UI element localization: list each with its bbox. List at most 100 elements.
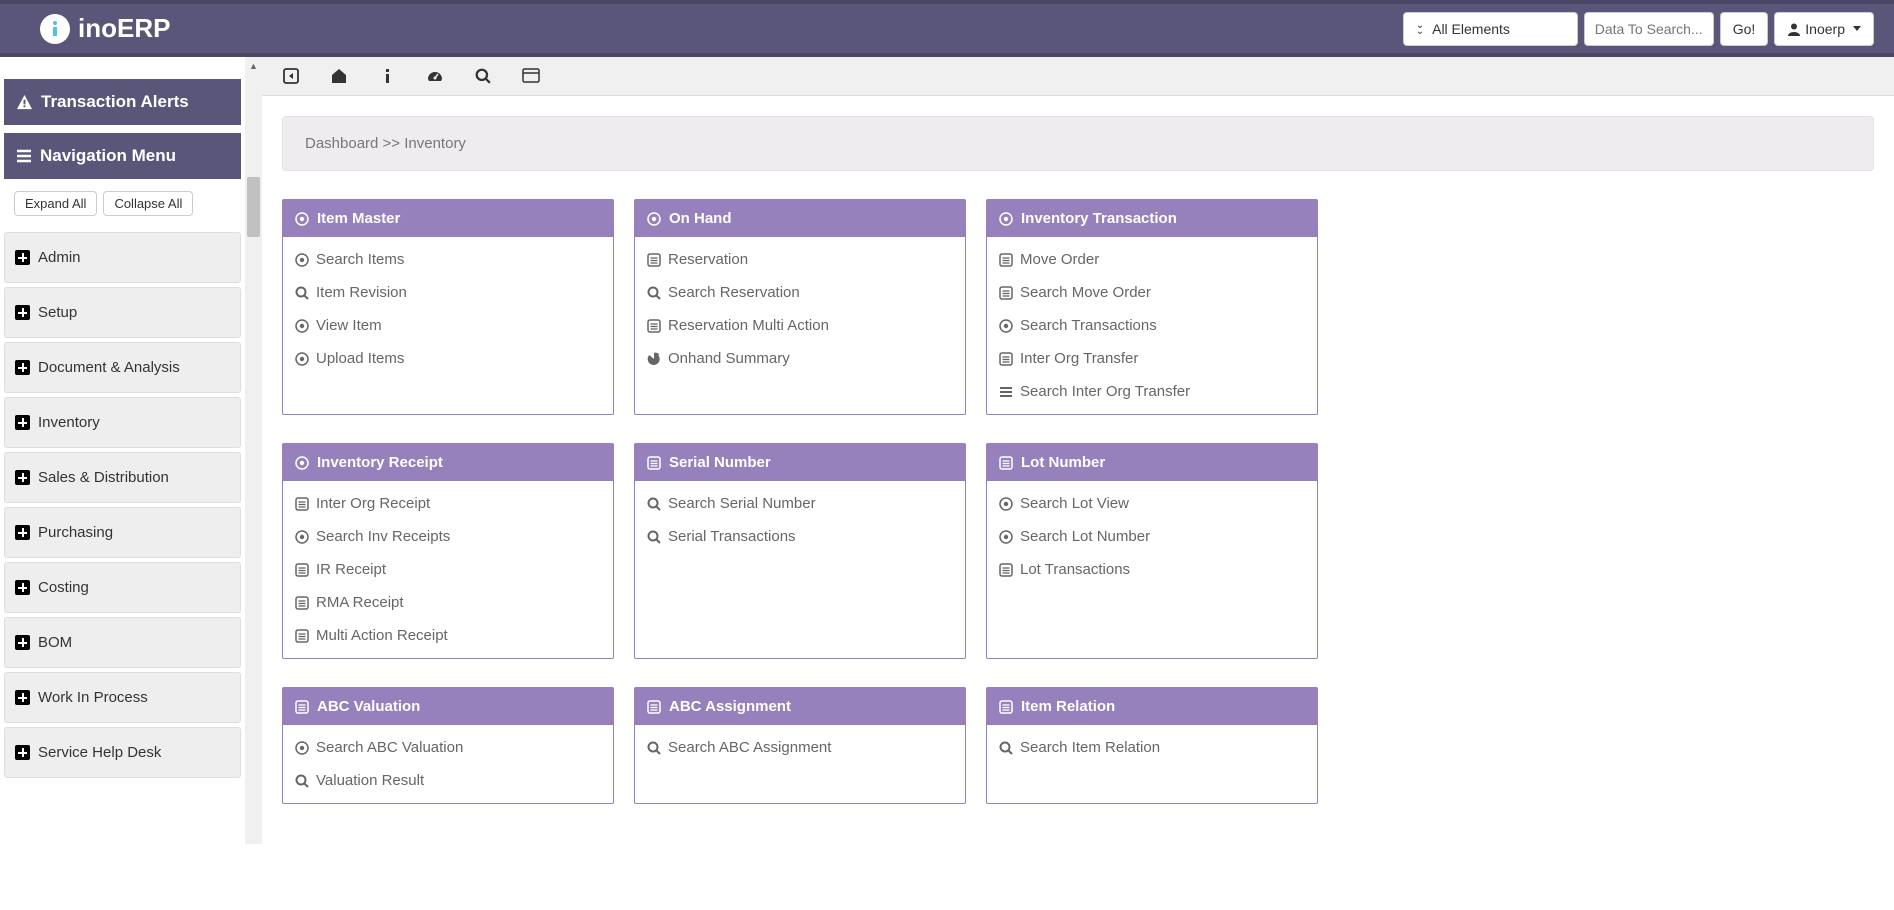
card-serial-number: Serial Number Search Serial Number Serial … xyxy=(634,443,966,659)
top-bar: inoERP ⌄⌄ All Elements Go! Inoerp xyxy=(0,0,1894,57)
search-icon[interactable] xyxy=(474,67,492,85)
dashboard-icon[interactable] xyxy=(426,67,444,85)
card-abc-valuation: ABC Valuation Search ABC ValuationValuati… xyxy=(282,687,614,804)
scroll-up-icon[interactable]: ▲ xyxy=(245,57,262,74)
link-search-lot-number[interactable]: Search Lot Number xyxy=(987,520,1317,553)
collapse-all-button[interactable]: Collapse All xyxy=(103,191,193,216)
link-inter-org-transfer[interactable]: Inter Org Transfer xyxy=(987,342,1317,375)
card-title: Serial Number xyxy=(669,454,771,471)
scroll-thumb[interactable] xyxy=(247,177,260,237)
sidebar-item-bom[interactable]: BOM xyxy=(4,617,241,668)
sidebar-item-inventory[interactable]: Inventory xyxy=(4,397,241,448)
link-reservation[interactable]: Reservation xyxy=(635,243,965,276)
link-label: Multi Action Receipt xyxy=(316,627,448,644)
link-valuation-result[interactable]: Valuation Result xyxy=(283,764,613,797)
list-icon xyxy=(999,253,1013,267)
link-label: Inter Org Transfer xyxy=(1020,350,1138,367)
card-title: ABC Assignment xyxy=(669,698,791,715)
link-search-transactions[interactable]: Search Transactions xyxy=(987,309,1317,342)
link-lot-transactions[interactable]: Lot Transactions xyxy=(987,553,1317,586)
breadcrumb-text: Dashboard >> Inventory xyxy=(305,135,466,152)
link-reservation-multi-action[interactable]: Reservation Multi Action xyxy=(635,309,965,342)
link-search-lot-view[interactable]: Search Lot View xyxy=(987,487,1317,520)
card-header: Inventory Receipt xyxy=(283,444,613,481)
card-header: ABC Valuation xyxy=(283,688,613,725)
link-rma-receipt[interactable]: RMA Receipt xyxy=(283,586,613,619)
sidebar-item-label: Work In Process xyxy=(38,689,148,706)
link-search-move-order[interactable]: Search Move Order xyxy=(987,276,1317,309)
link-label: Search Reservation xyxy=(668,284,800,301)
window-icon[interactable] xyxy=(522,67,540,85)
home-icon[interactable] xyxy=(330,67,348,85)
search-icon xyxy=(295,286,309,300)
sidebar-scrollbar[interactable]: ▲ xyxy=(245,57,262,844)
dot-circle-icon xyxy=(999,530,1013,544)
card-title: On Hand xyxy=(669,210,732,227)
card-title: Inventory Receipt xyxy=(317,454,443,471)
search-icon xyxy=(999,741,1013,755)
link-item-revision[interactable]: Item Revision xyxy=(283,276,613,309)
link-onhand-summary[interactable]: Onhand Summary xyxy=(635,342,965,375)
dot-circle-icon xyxy=(647,212,661,226)
dot-circle-icon xyxy=(999,212,1013,226)
link-label: Upload Items xyxy=(316,350,404,367)
list-icon xyxy=(999,456,1013,470)
link-ir-receipt[interactable]: IR Receipt xyxy=(283,553,613,586)
toolbar xyxy=(262,57,1894,96)
link-inter-org-receipt[interactable]: Inter Org Receipt xyxy=(283,487,613,520)
link-search-inter-org-transfer[interactable]: Search Inter Org Transfer xyxy=(987,375,1317,408)
link-label: Inter Org Receipt xyxy=(316,495,430,512)
list-icon xyxy=(295,563,309,577)
card-inventory-transaction: Inventory TransactionMove OrderSearch Mo… xyxy=(986,199,1318,415)
transaction-alerts-header[interactable]: Transaction Alerts xyxy=(4,79,241,125)
link-move-order[interactable]: Move Order xyxy=(987,243,1317,276)
sidebar-item-costing[interactable]: Costing xyxy=(4,562,241,613)
sidebar-item-setup[interactable]: Setup xyxy=(4,287,241,338)
dot-circle-icon xyxy=(295,352,309,366)
sidebar-item-purchasing[interactable]: Purchasing xyxy=(4,507,241,558)
sidebar-item-service-help-desk[interactable]: Service Help Desk xyxy=(4,727,241,778)
link-search-abc-valuation[interactable]: Search ABC Valuation xyxy=(283,731,613,764)
link-search-abc-assignment[interactable]: Search ABC Assignment xyxy=(635,731,965,764)
link-label: Search Inv Receipts xyxy=(316,528,450,545)
warning-icon xyxy=(16,94,33,111)
expand-all-button[interactable]: Expand All xyxy=(14,191,97,216)
breadcrumb: Dashboard >> Inventory xyxy=(282,116,1874,171)
list-icon xyxy=(647,319,661,333)
info-icon[interactable] xyxy=(378,67,396,85)
link-upload-items[interactable]: Upload Items xyxy=(283,342,613,375)
link-search-serial-number[interactable]: Search Serial Number xyxy=(635,487,965,520)
link-search-reservation[interactable]: Search Reservation xyxy=(635,276,965,309)
plus-icon xyxy=(15,250,30,265)
go-button[interactable]: Go! xyxy=(1720,12,1769,46)
link-label: Search Serial Number xyxy=(668,495,816,512)
card-header: Lot Number xyxy=(987,444,1317,481)
search-input[interactable] xyxy=(1584,12,1714,46)
plus-icon xyxy=(15,415,30,430)
user-menu-button[interactable]: Inoerp xyxy=(1774,12,1874,46)
sidebar-item-label: Admin xyxy=(38,249,81,266)
link-serial-transactions[interactable]: Serial Transactions xyxy=(635,520,965,553)
card-title: ABC Valuation xyxy=(317,698,420,715)
link-search-item-relation[interactable]: Search Item Relation xyxy=(987,731,1317,764)
sidebar-item-document-analysis[interactable]: Document & Analysis xyxy=(4,342,241,393)
list-icon xyxy=(647,253,661,267)
all-elements-dropdown[interactable]: ⌄⌄ All Elements xyxy=(1403,12,1578,46)
list-icon xyxy=(295,596,309,610)
collapse-panel-icon[interactable] xyxy=(282,67,300,85)
link-search-items[interactable]: Search Items xyxy=(283,243,613,276)
sidebar-item-admin[interactable]: Admin xyxy=(4,232,241,283)
list-icon xyxy=(999,563,1013,577)
link-label: Search Lot Number xyxy=(1020,528,1150,545)
sidebar-item-label: Sales & Distribution xyxy=(38,469,169,486)
sidebar-item-work-in-process[interactable]: Work In Process xyxy=(4,672,241,723)
link-label: RMA Receipt xyxy=(316,594,404,611)
navigation-menu-header[interactable]: Navigation Menu xyxy=(4,133,241,179)
sidebar: Transaction Alerts Navigation Menu Expan… xyxy=(0,57,245,844)
sidebar-item-sales-distribution[interactable]: Sales & Distribution xyxy=(4,452,241,503)
plus-icon xyxy=(15,745,30,760)
list-icon xyxy=(999,700,1013,714)
link-view-item[interactable]: View Item xyxy=(283,309,613,342)
link-search-inv-receipts[interactable]: Search Inv Receipts xyxy=(283,520,613,553)
link-multi-action-receipt[interactable]: Multi Action Receipt xyxy=(283,619,613,652)
